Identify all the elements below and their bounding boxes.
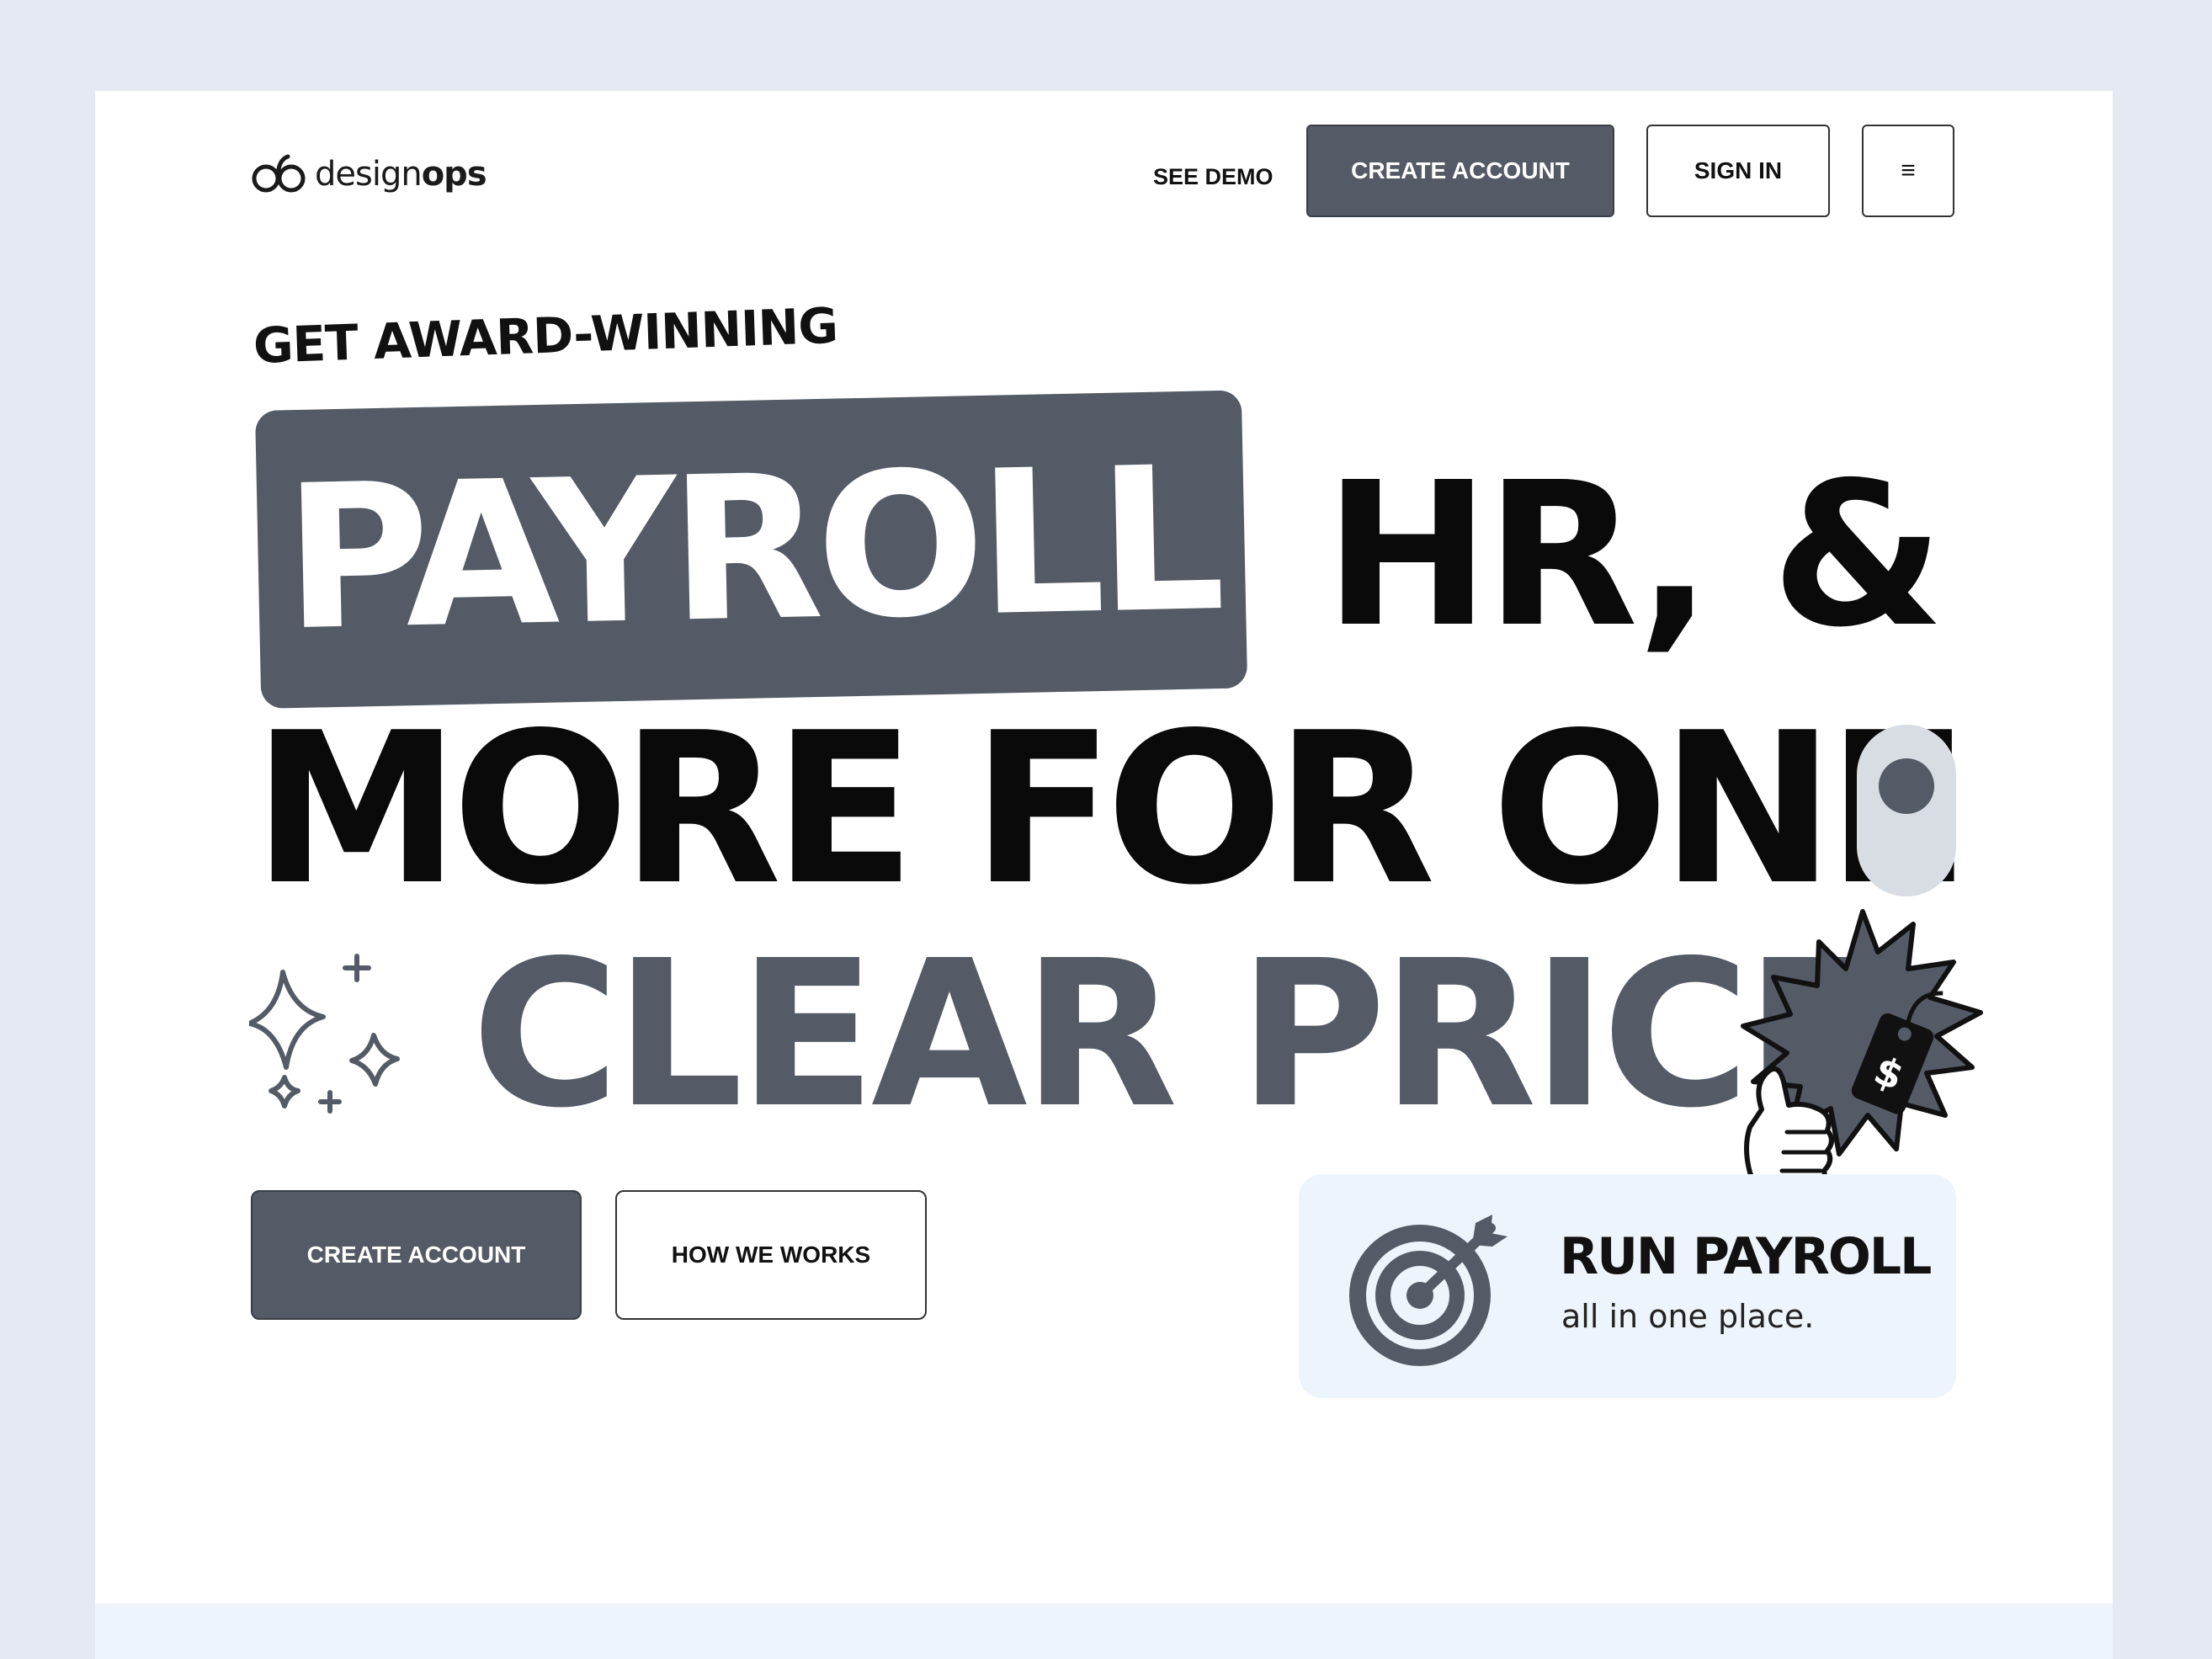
- menu-button[interactable]: ≡: [1862, 125, 1954, 217]
- toggle-knob: [1879, 758, 1934, 814]
- hero-line2: MORE FOR ONE: [253, 689, 1970, 931]
- logo-text-regular: design: [315, 155, 423, 194]
- decorative-toggle[interactable]: [1857, 725, 1956, 896]
- hero-line1-rest: HR, &: [1324, 439, 1944, 671]
- hero-create-account-button[interactable]: CREATE ACCOUNT: [251, 1190, 582, 1320]
- payroll-word: PAYROLL: [282, 423, 1221, 675]
- how-we-works-button[interactable]: HOW WE WORKS: [615, 1190, 927, 1320]
- target-icon: [1349, 1215, 1507, 1366]
- sign-in-button[interactable]: SIGN IN: [1646, 125, 1830, 217]
- nav-create-account-button[interactable]: CREATE ACCOUNT: [1306, 125, 1614, 217]
- logo-mark-icon: [252, 154, 306, 193]
- hamburger-icon: ≡: [1901, 157, 1916, 184]
- logo-text-bold: ops: [421, 155, 487, 194]
- logo-text: designops: [315, 157, 487, 191]
- feature-title: RUN PAYROLL: [1560, 1227, 1932, 1286]
- run-payroll-card[interactable]: RUN PAYROLL all in one place.: [1299, 1174, 1956, 1398]
- hero-line3: CLEAR PRICE: [471, 917, 1883, 1152]
- hero-eyebrow: GET AWARD-WINNING: [252, 296, 839, 375]
- brand-logo[interactable]: designops: [249, 152, 487, 197]
- feature-subtitle: all in one place.: [1561, 1298, 1815, 1335]
- see-demo-link[interactable]: SEE DEMO: [1153, 157, 1273, 197]
- next-section-band: [95, 1603, 2113, 1659]
- landing-card: designops SEE DEMO CREATE ACCOUNT SIGN I…: [95, 91, 2113, 1659]
- payroll-highlight: PAYROLL: [255, 390, 1248, 709]
- sparkles-icon: [249, 954, 400, 1114]
